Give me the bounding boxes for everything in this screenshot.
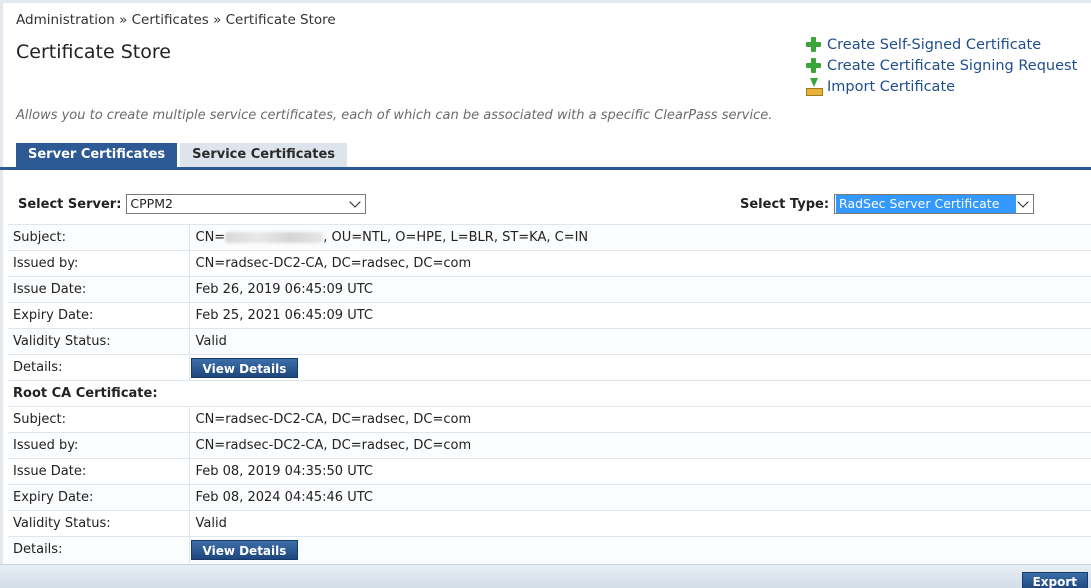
row-label: Expiry Date: [8, 302, 190, 329]
chevron-down-icon [1015, 196, 1031, 212]
import-certificate-link[interactable]: Import Certificate [805, 76, 1077, 97]
details-cell: View Details [189, 354, 1091, 381]
row-label: Issued by: [8, 432, 190, 459]
breadcrumb: Administration » Certificates » Certific… [16, 12, 336, 28]
type-select-value: RadSec Server Certificate [836, 195, 1017, 213]
redacted-hostname [225, 232, 324, 243]
row-label: Details: [8, 354, 190, 381]
table-row: Issue Date: Feb 26, 2019 06:45:09 UTC [8, 276, 1091, 303]
table-row: Issue Date: Feb 08, 2019 04:35:50 UTC [8, 458, 1091, 485]
server-select-group: Select Server: CPPM2 [18, 194, 367, 214]
page-description: Allows you to create multiple service ce… [16, 108, 773, 123]
footer-bar: Export [0, 564, 1091, 588]
tab-service-certificates[interactable]: Service Certificates [180, 143, 348, 167]
root-ca-heading: Root CA Certificate: [8, 380, 1091, 407]
plus-icon [805, 57, 822, 74]
import-icon [805, 78, 823, 96]
chevron-down-icon [347, 196, 363, 212]
row-label: Issued by: [8, 250, 190, 277]
row-label: Validity Status: [8, 510, 190, 537]
tab-divider [0, 167, 1091, 170]
row-label: Subject: [8, 224, 190, 251]
expiry-date-value: Feb 08, 2024 04:45:46 UTC [189, 484, 1091, 511]
row-label: Issue Date: [8, 458, 190, 485]
row-label: Expiry Date: [8, 484, 190, 511]
row-label: Validity Status: [8, 328, 190, 355]
certificate-details-table: Subject: CN= , OU=NTL, O=HPE, L=BLR, ST=K… [8, 224, 1091, 563]
create-self-signed-certificate-link[interactable]: Create Self-Signed Certificate [805, 34, 1077, 55]
export-button[interactable]: Export [1021, 572, 1088, 588]
table-row: Details: View Details [8, 536, 1091, 563]
root-ca-heading-row: Root CA Certificate: [8, 380, 1091, 407]
issue-date-value: Feb 08, 2019 04:35:50 UTC [189, 458, 1091, 485]
issue-date-value: Feb 26, 2019 06:45:09 UTC [189, 276, 1091, 303]
table-row: Validity Status: Valid [8, 510, 1091, 537]
issued-by-value: CN=radsec-DC2-CA, DC=radsec, DC=com [189, 432, 1091, 459]
table-row: Issued by: CN=radsec-DC2-CA, DC=radsec, … [8, 432, 1091, 459]
view-details-button[interactable]: View Details [190, 357, 299, 378]
type-select-group: Select Type: RadSec Server Certificate [740, 194, 1035, 214]
action-label: Create Certificate Signing Request [827, 57, 1078, 74]
window-frame-top [0, 0, 1091, 3]
validity-value: Valid [189, 328, 1091, 355]
subject-value: CN= , OU=NTL, O=HPE, L=BLR, ST=KA, C=IN [189, 224, 1091, 251]
server-select-label: Select Server: [18, 196, 122, 212]
details-cell: View Details [189, 536, 1091, 563]
table-row: Validity Status: Valid [8, 328, 1091, 355]
subject-suffix: , OU=NTL, O=HPE, L=BLR, ST=KA, C=IN [323, 230, 589, 245]
tab-server-certificates[interactable]: Server Certificates [16, 143, 178, 167]
expiry-date-value: Feb 25, 2021 06:45:09 UTC [189, 302, 1091, 329]
tab-bar: Server Certificates Service Certificates [16, 143, 350, 167]
view-details-button[interactable]: View Details [190, 539, 299, 560]
table-row: Issued by: CN=radsec-DC2-CA, DC=radsec, … [8, 250, 1091, 277]
subject-value: CN=radsec-DC2-CA, DC=radsec, DC=com [189, 406, 1091, 433]
issued-by-value: CN=radsec-DC2-CA, DC=radsec, DC=com [189, 250, 1091, 277]
table-row: Expiry Date: Feb 08, 2024 04:45:46 UTC [8, 484, 1091, 511]
table-row: Subject: CN=radsec-DC2-CA, DC=radsec, DC… [8, 406, 1091, 433]
server-select[interactable]: CPPM2 [126, 194, 367, 214]
action-label: Create Self-Signed Certificate [827, 36, 1042, 53]
action-links: Create Self-Signed Certificate Create Ce… [805, 34, 1077, 97]
type-select[interactable]: RadSec Server Certificate [834, 194, 1035, 214]
validity-value: Valid [189, 510, 1091, 537]
table-row: Subject: CN= , OU=NTL, O=HPE, L=BLR, ST=K… [8, 224, 1091, 251]
table-row: Expiry Date: Feb 25, 2021 06:45:09 UTC [8, 302, 1091, 329]
row-label: Subject: [8, 406, 190, 433]
create-csr-link[interactable]: Create Certificate Signing Request [805, 55, 1077, 76]
plus-icon [805, 36, 822, 53]
window-frame-left [0, 0, 3, 588]
type-select-label: Select Type: [740, 196, 830, 212]
action-label: Import Certificate [827, 78, 956, 95]
subject-prefix: CN= [195, 230, 226, 245]
server-select-value: CPPM2 [130, 196, 173, 211]
table-row: Details: View Details [8, 354, 1091, 381]
row-label: Details: [8, 536, 190, 563]
page-title: Certificate Store [16, 41, 171, 63]
row-label: Issue Date: [8, 276, 190, 303]
